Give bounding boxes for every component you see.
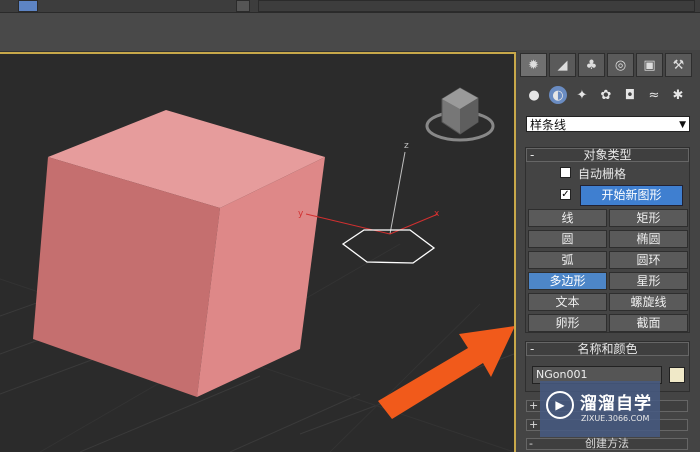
orange-arrow-icon [378, 326, 514, 419]
dropdown-value: 样条线 [530, 118, 567, 132]
expand-icon: + [529, 399, 539, 412]
name-color-title: 名称和颜色 [577, 342, 638, 356]
ellipse-button[interactable]: 椭圆 [609, 230, 688, 248]
egg-button[interactable]: 卵形 [528, 314, 607, 332]
display-icon: ▣ [643, 57, 656, 73]
text-button[interactable]: 文本 [528, 293, 607, 311]
watermark-name: 溜溜自学 [580, 394, 652, 414]
helix-button[interactable]: 螺旋线 [609, 293, 688, 311]
motion-tab-icon[interactable]: ◎ [607, 53, 634, 77]
object-type-title: 对象类型 [583, 148, 632, 162]
axis-z-label: z [404, 141, 409, 151]
watermark-url: ZIXUE.3066.COM [581, 414, 650, 423]
name-color-header[interactable]: - 名称和颜色 [526, 342, 689, 356]
collapse-icon: - [530, 148, 535, 162]
modify-icon: ◢ [557, 57, 568, 73]
viewcube-icon [425, 87, 495, 142]
display-tab-icon[interactable]: ▣ [636, 53, 663, 77]
section-button[interactable]: 截面 [609, 314, 688, 332]
geometry-icon[interactable]: ● [525, 86, 543, 104]
systems-icon[interactable]: ✱ [669, 86, 687, 104]
category-icon-row: ● ◐ ✦ ✿ ◘ ≈ ✱ [525, 86, 687, 108]
creation-method-title: 创建方法 [585, 437, 629, 450]
command-panel-tabs: ✹ ◢ ♣ ◎ ▣ ⚒ [520, 53, 692, 79]
shape-category-dropdown[interactable]: 样条线 ▼ [526, 116, 690, 132]
start-new-shape-button[interactable]: 开始新图形 [580, 185, 683, 206]
create-icon: ✹ [528, 57, 539, 73]
helpers-icon[interactable]: ◘ [621, 86, 639, 104]
shapes-icon[interactable]: ◐ [549, 86, 567, 104]
line-button[interactable]: 线 [528, 209, 607, 227]
collapse-icon: - [529, 437, 533, 450]
autogrid-checkbox[interactable] [560, 167, 571, 178]
donut-button[interactable]: 圆环 [609, 251, 688, 269]
watermark-play-icon: ▶ [546, 391, 574, 419]
utilities-tab-icon[interactable]: ⚒ [665, 53, 692, 77]
hierarchy-icon: ♣ [585, 57, 598, 73]
create-tab-icon[interactable]: ✹ [520, 53, 547, 77]
autogrid-label: 自动栅格 [578, 167, 627, 181]
cameras-icon[interactable]: ✿ [597, 86, 615, 104]
box-object [33, 110, 325, 397]
axis-y-label: y [298, 209, 304, 219]
toolbar-button[interactable] [18, 0, 38, 12]
lights-icon[interactable]: ✦ [573, 86, 591, 104]
collapse-icon: - [530, 342, 535, 356]
hierarchy-tab-icon[interactable]: ♣ [578, 53, 605, 77]
expand-icon: + [529, 418, 539, 431]
watermark-logo: ▶ 溜溜自学 ZIXUE.3066.COM [540, 381, 660, 437]
top-toolbar [0, 0, 700, 13]
object-type-rollout: - 对象类型 自动栅格 ✓ 开始新图形 线 矩形 圆 椭圆 弧 圆环 多边形 星… [525, 147, 690, 333]
perspective-viewport[interactable]: z y x [0, 52, 516, 452]
ngon-shape [341, 229, 436, 264]
object-type-header[interactable]: - 对象类型 [526, 148, 689, 162]
rectangle-button[interactable]: 矩形 [609, 209, 688, 227]
object-color-swatch[interactable] [669, 367, 685, 383]
arc-button[interactable]: 弧 [528, 251, 607, 269]
axis-x-label: x [434, 209, 440, 219]
utilities-icon: ⚒ [672, 57, 685, 73]
viewport-scene: z y x [0, 87, 514, 452]
chevron-down-icon: ▼ [679, 120, 686, 130]
ribbon-area [0, 13, 700, 52]
toolbar-strip [258, 0, 695, 12]
spacewarps-icon[interactable]: ≈ [645, 86, 663, 104]
motion-icon: ◎ [614, 57, 627, 73]
start-new-shape-checkbox[interactable]: ✓ [560, 189, 571, 200]
modify-tab-icon[interactable]: ◢ [549, 53, 576, 77]
ngon-button[interactable]: 多边形 [528, 272, 607, 290]
star-button[interactable]: 星形 [609, 272, 688, 290]
circle-button[interactable]: 圆 [528, 230, 607, 248]
toolbar-button[interactable] [236, 0, 250, 12]
creation-method-rollout[interactable]: - 创建方法 [526, 438, 688, 450]
